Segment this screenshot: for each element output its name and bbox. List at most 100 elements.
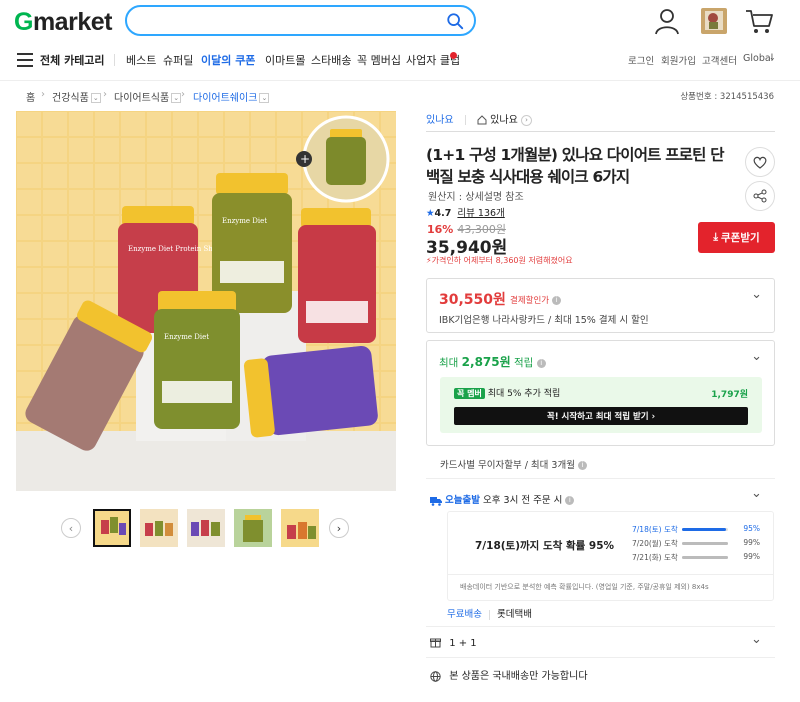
nav-item-monthly-coupon[interactable]: 이달의 쿠폰 — [201, 52, 255, 68]
breadcrumb-diet-shake[interactable]: 다이어트쉐이크 ⌄ — [193, 89, 270, 104]
coupon-button[interactable]: ⤓ 쿠폰받기 — [698, 222, 775, 253]
signup-link[interactable]: 회원가입 — [661, 53, 696, 67]
breadcrumb-separator: › — [41, 89, 45, 100]
search-box[interactable] — [125, 5, 476, 36]
search-icon[interactable] — [446, 12, 464, 30]
chevron-right-icon[interactable]: › — [520, 114, 532, 126]
thumbnail-1[interactable] — [93, 509, 131, 547]
section-divider — [426, 478, 775, 479]
card-discount-box[interactable]: 30,550원 결제할인가 i IBK기업은행 나라사랑카드 / 최대 15% … — [426, 278, 775, 333]
membership-text: 최대 5% 추가 적립 — [487, 389, 561, 399]
thumb-next-button[interactable]: › — [329, 518, 349, 538]
chevron-down-icon[interactable]: ⌄ — [90, 93, 101, 103]
thumbnail-image — [140, 509, 178, 547]
heart-icon — [753, 156, 767, 169]
nav-item-membership[interactable]: 꼭 멤버십 — [357, 52, 401, 68]
prob-bar-fill — [682, 556, 728, 559]
today-ship-badge: 오늘출발 — [445, 495, 480, 506]
truck-icon — [430, 496, 442, 506]
points-headline: 최대 2,875원 적립 i — [439, 353, 546, 370]
delivery-headline: 7/18(토)까지 도착 확률 95% — [475, 540, 615, 552]
membership-cta-button[interactable]: 꼭! 시작하고 최대 적립 받기 › — [454, 407, 748, 425]
store-divider — [464, 115, 466, 125]
info-icon[interactable]: i — [565, 496, 575, 505]
login-link[interactable]: 로그인 — [628, 53, 654, 67]
nav-item-superdeal[interactable]: 슈퍼딜 — [163, 52, 193, 68]
rating-row: ★4.7 리뷰 136개 — [426, 205, 505, 219]
title-rule — [426, 131, 775, 132]
svg-text:Enzyme Diet: Enzyme Diet — [164, 333, 209, 341]
breadcrumb-separator: › — [181, 89, 185, 100]
customer-center-link[interactable]: 고객센터 — [702, 53, 737, 67]
shop-home-icon — [477, 115, 487, 125]
wishlist-button[interactable] — [745, 147, 775, 177]
gmarket-logo[interactable]: Gmarket — [14, 8, 112, 37]
thumb-prev-button[interactable]: ‹ — [61, 518, 81, 538]
breadcrumb-label: 다이어트쉐이크 — [193, 93, 258, 104]
breadcrumb-label: 건강식품 — [52, 93, 89, 104]
shipping-row: 무료배송 롯데택배 — [447, 606, 532, 620]
membership-amount: 1,797원 — [711, 390, 748, 400]
jar-purple-tilted — [243, 345, 378, 438]
breadcrumb-home[interactable]: 홈 — [26, 89, 35, 104]
prob-label: 7/18(토) 도착 — [632, 525, 678, 534]
points-amount: 2,875원 — [461, 355, 511, 369]
prob-label: 7/21(화) 도착 — [632, 553, 678, 562]
chevron-down-icon[interactable]: ⌄ — [171, 93, 182, 103]
all-categories-button[interactable]: 전체 카테고리 — [40, 52, 105, 68]
nav-item-best[interactable]: 베스트 — [126, 52, 156, 68]
nav-item-emart-mall[interactable]: 이마트몰 — [265, 52, 305, 68]
breadcrumb-separator: › — [103, 89, 107, 100]
download-icon: ⤓ — [713, 231, 718, 243]
info-icon[interactable]: i — [551, 296, 561, 305]
thumbnail-4[interactable] — [234, 509, 272, 547]
prob-label: 7/20(월) 도착 — [632, 539, 678, 548]
chevron-down-icon[interactable]: ⌄ — [751, 486, 762, 501]
thumbnail-image — [95, 511, 129, 545]
nav-divider — [114, 54, 115, 66]
share-button[interactable] — [745, 181, 775, 211]
rating-value: 4.7 — [434, 208, 452, 219]
nav-item-star-delivery[interactable]: 스타배송 — [311, 52, 351, 68]
brand-link[interactable]: 있나요 — [426, 115, 454, 126]
points-suffix: 적립 — [514, 357, 534, 369]
hamburger-menu-icon[interactable] — [17, 53, 33, 67]
shop-link[interactable]: 있나요 — [490, 115, 518, 126]
points-prefix: 최대 — [439, 357, 459, 369]
chevron-down-icon[interactable]: ⌄ — [751, 349, 762, 364]
carrier-label: 롯데택배 — [497, 609, 532, 620]
breadcrumb-diet-food[interactable]: 다이어트식품 ⌄ — [114, 89, 182, 104]
card-discount-desc: IBK기업은행 나라사랑카드 / 최대 15% 결제 시 할인 — [439, 315, 649, 326]
zoom-plus-icon: + — [300, 152, 310, 166]
logo-g: G — [14, 8, 33, 36]
thumbnail-image — [187, 509, 225, 547]
product-photo: Enzyme Diet Protein Shake Enzyme Diet En… — [16, 111, 396, 491]
review-link[interactable]: 리뷰 136개 — [457, 208, 504, 219]
cart-icon[interactable] — [744, 6, 774, 36]
chevron-down-icon[interactable]: ⌄ — [751, 287, 762, 302]
option-row[interactable]: 1 + 1 — [430, 637, 477, 649]
search-input[interactable] — [141, 7, 441, 33]
breadcrumb-health-food[interactable]: 건강식품 ⌄ — [52, 89, 101, 104]
share-icon — [753, 189, 767, 203]
shipping-divider — [489, 609, 490, 620]
user-icon[interactable] — [652, 6, 682, 36]
thumbnail-5[interactable] — [281, 509, 319, 547]
chevron-down-icon[interactable]: ⌄ — [769, 53, 776, 62]
info-icon[interactable]: i — [577, 461, 587, 470]
svg-text:Enzyme Diet Protein Shake: Enzyme Diet Protein Shake — [128, 245, 225, 253]
domestic-note: 본 상품은 국내배송만 가능합니다 — [449, 671, 588, 682]
header-divider — [0, 80, 800, 81]
thumbnail-2[interactable] — [140, 509, 178, 547]
installment-row: 카드사별 무이자할부 / 최대 3개월 i — [440, 457, 587, 471]
info-icon[interactable]: i — [536, 358, 546, 368]
chevron-down-icon[interactable]: ⌄ — [751, 632, 762, 647]
product-title: (1+1 구성 1개월분) 있나요 다이어트 프로틴 단백질 보충 식사대용 쉐… — [426, 146, 724, 186]
thumbnail-3[interactable] — [187, 509, 225, 547]
recent-viewed-icon[interactable] — [700, 7, 728, 35]
chevron-down-icon[interactable]: ⌄ — [259, 93, 270, 103]
prob-bar-track — [682, 528, 728, 531]
product-main-image[interactable]: Enzyme Diet Protein Shake Enzyme Diet En… — [16, 111, 396, 491]
globe-icon — [430, 670, 441, 682]
option-label: 1 + 1 — [449, 637, 477, 649]
